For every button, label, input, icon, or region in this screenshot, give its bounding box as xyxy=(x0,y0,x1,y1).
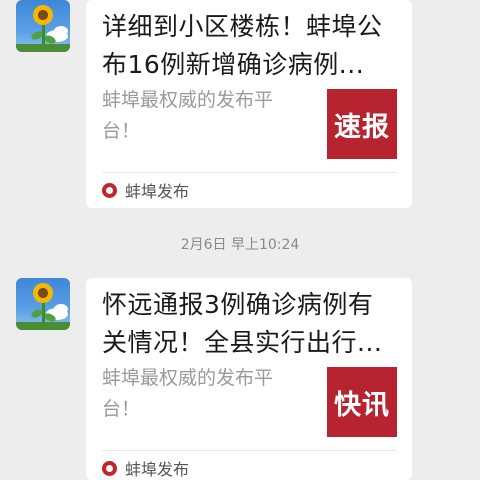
article-description: 蚌埠最权威的发布平 台！ xyxy=(102,89,274,142)
article-thumbnail[interactable]: 速报 xyxy=(327,89,397,159)
article-card[interactable]: 详细到小区楼栋！蚌埠公 布16例新增确诊病例... 蚌埠最权威的发布平 台！ 速… xyxy=(86,0,412,208)
source-row[interactable]: 蚌埠发布 xyxy=(102,178,189,202)
avatar[interactable] xyxy=(16,0,70,52)
timestamp: 2月6日 早上10:24 xyxy=(180,237,300,253)
avatar[interactable] xyxy=(16,278,70,330)
article-title[interactable]: 详细到小区楼栋！蚌埠公 布16例新增确诊病例... xyxy=(102,8,400,84)
thumbnail-text: 快讯 xyxy=(334,389,390,421)
divider xyxy=(102,172,396,173)
source-row[interactable]: 蚌埠发布 xyxy=(102,456,189,480)
article-card[interactable]: 怀远通报3例确诊病例有 关情况！全县实行出行... 蚌埠最权威的发布平 台！ 快… xyxy=(86,278,412,480)
article-description: 蚌埠最权威的发布平 台！ xyxy=(102,367,274,420)
source-name: 蚌埠发布 xyxy=(125,460,190,479)
divider xyxy=(102,450,396,451)
source-name: 蚌埠发布 xyxy=(125,182,190,201)
article-thumbnail[interactable]: 快讯 xyxy=(327,367,397,437)
source-logo-icon xyxy=(102,182,117,198)
sunflower-icon xyxy=(33,5,53,25)
sunflower-icon xyxy=(33,283,53,303)
article-title[interactable]: 怀远通报3例确诊病例有 关情况！全县实行出行... xyxy=(102,286,400,362)
thumbnail-text: 速报 xyxy=(334,111,390,143)
source-logo-icon xyxy=(102,460,117,476)
